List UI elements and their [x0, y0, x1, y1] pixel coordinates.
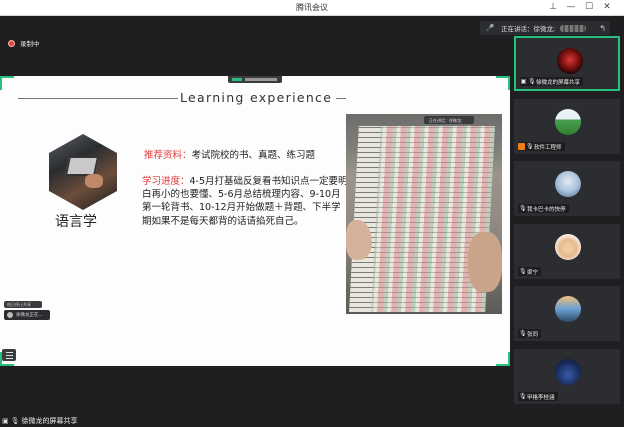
participant-label: 🎙 梁宁 — [518, 267, 542, 276]
participant-name: 软件工程师 — [534, 144, 562, 151]
participant-tile[interactable]: 🎙 我卡巴卡的快停 — [514, 161, 620, 216]
participants-panel: ▣ 🎙 徐微龙的屏幕共享 🎙 软件工程师 🎙 我卡巴卡的快停 🎙 梁宁 🎙 张同… — [512, 36, 624, 427]
participant-tile[interactable]: 🎙 张同 — [514, 286, 620, 341]
participant-label: 🎙 软件工程师 — [518, 142, 565, 151]
record-dot-icon — [8, 39, 15, 47]
collapse-icon[interactable]: ↰ — [599, 24, 606, 33]
minimize-button[interactable]: — — [564, 1, 578, 14]
meeting-window: 腾讯会议 ⊥ — ☐ ✕ 录制中 🎤 正在讲话：徐微龙; ↰ Learning … — [0, 0, 624, 427]
participant-label: 🎙 甲格李桂涵 — [518, 392, 558, 401]
host-badge-icon — [518, 143, 525, 150]
slide-title: Learning experience — [180, 90, 333, 105]
recommend-text: 考试院校的书、真题、练习题 — [191, 150, 316, 161]
bottom-share-text: 徐微龙的屏幕共享 — [21, 417, 78, 425]
bottom-share-label: ▣ 🎙 徐微龙的屏幕共享 — [0, 415, 78, 427]
pin-button[interactable]: ⊥ — [546, 1, 560, 14]
menu-icon[interactable] — [2, 349, 16, 361]
microphone-icon: 🎤 — [485, 24, 495, 32]
microphone-icon: 🎙 — [519, 393, 527, 400]
participant-name: 徐微龙的屏幕共享 — [536, 79, 581, 86]
microphone-icon: 🎙 — [519, 205, 527, 212]
speaking-indicator: 🎤 正在讲话：徐微龙; ↰ — [480, 21, 610, 35]
title-rule-left — [18, 98, 178, 99]
speaking-label: 正在讲话：徐微龙; — [501, 25, 556, 33]
title-bar: 腾讯会议 ⊥ — ☐ ✕ — [0, 0, 624, 16]
share-frame-corner — [496, 76, 510, 90]
share-frame-corner — [496, 352, 510, 366]
participant-tile[interactable]: 🎙 软件工程师 — [514, 99, 620, 154]
participant-label: 🎙 张同 — [518, 329, 542, 338]
floating-status-pill[interactable]: 徐微龙正在... — [4, 310, 50, 320]
photo-speaking-bar: 正在讲话：徐微龙; — [424, 116, 474, 124]
participant-tile[interactable]: 🎙 甲格李桂涵 — [514, 349, 620, 404]
avatar — [555, 359, 581, 385]
subject-hexagon-image — [49, 134, 117, 210]
participant-label: ▣ 🎙 徐微龙的屏幕共享 — [520, 77, 584, 86]
voice-level-icon — [560, 24, 587, 32]
participant-name: 我卡巴卡的快停 — [527, 206, 566, 213]
microphone-icon: 🎙 — [526, 143, 534, 150]
screen-share-icon: ▣ — [520, 78, 527, 85]
share-frame-corner — [0, 76, 14, 90]
microphone-icon: 🎙 — [528, 78, 536, 85]
maximize-button[interactable]: ☐ — [582, 1, 596, 14]
recording-indicator[interactable]: 录制中 — [8, 37, 40, 49]
avatar — [555, 109, 581, 135]
avatar — [555, 296, 581, 322]
share-toolbar-handle[interactable] — [228, 76, 282, 83]
floating-status-text: 徐微龙正在... — [16, 313, 43, 318]
user-icon — [7, 312, 13, 318]
avatar — [555, 171, 581, 197]
recording-label: 录制中 — [20, 40, 40, 48]
participant-label: 🎙 我卡巴卡的快停 — [518, 204, 569, 213]
participant-tile[interactable]: 🎙 梁宁 — [514, 224, 620, 279]
floating-tip: 他已停止共享 — [4, 301, 42, 308]
recommend-paragraph: 推荐资料：考试院校的书、真题、练习题 — [144, 149, 315, 163]
progress-paragraph: 学习进度：4-5月打基础反复看书知识点一定要明白再小的也要懂、5-6月总结梳理内… — [142, 175, 348, 228]
window-title: 腾讯会议 — [296, 3, 328, 12]
microphone-icon: 🎙 — [519, 330, 527, 337]
notes-photo: 正在讲话：徐微龙; — [346, 114, 502, 314]
title-rule-right — [336, 98, 346, 99]
screen-share-icon: ▣ — [2, 417, 9, 425]
participant-name: 张同 — [527, 331, 539, 338]
close-button[interactable]: ✕ — [600, 1, 614, 14]
subject-label: 语言学 — [55, 214, 97, 230]
avatar — [557, 48, 583, 74]
participant-name: 梁宁 — [527, 269, 539, 276]
shared-screen: Learning experience 语言学 推荐资料：考试院校的书、真题、练… — [0, 76, 510, 366]
participant-name: 甲格李桂涵 — [527, 394, 555, 401]
microphone-icon: 🎙 — [10, 417, 20, 425]
recommend-label: 推荐资料： — [144, 150, 192, 161]
progress-label: 学习进度： — [142, 176, 190, 187]
avatar — [555, 234, 581, 260]
microphone-icon: 🎙 — [519, 268, 527, 275]
participant-tile[interactable]: ▣ 🎙 徐微龙的屏幕共享 — [514, 36, 620, 91]
